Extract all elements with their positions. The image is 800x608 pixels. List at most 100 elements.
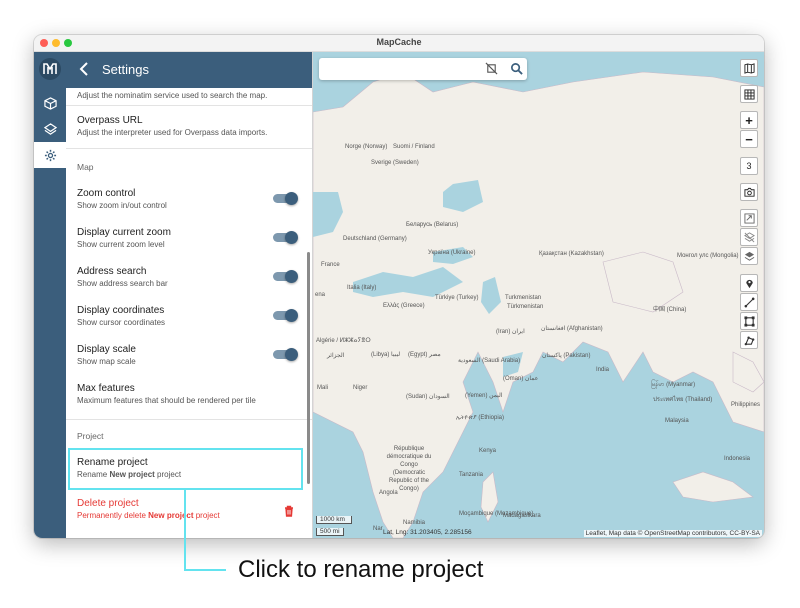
layers-order-icon[interactable] <box>740 247 758 265</box>
map-label: Philippines <box>731 402 761 408</box>
map-label: Ελλάς (Greece) <box>383 303 425 309</box>
map-label: (Libya) ليبيا <box>371 352 401 358</box>
scale-subtitle: Show map scale <box>77 357 136 366</box>
overpass-url-setting[interactable]: Overpass URL Adjust the interpreter used… <box>77 115 302 138</box>
max-features-setting[interactable]: Max features Maximum features that shoul… <box>77 383 302 406</box>
zoom-control-title: Zoom control <box>77 188 136 199</box>
section-map-header: Map <box>77 162 94 172</box>
display-scale-setting[interactable]: Display scale Show map scale <box>77 344 302 367</box>
delete-project-subtitle: Permanently delete New project project <box>77 511 220 520</box>
map-view[interactable]: + − 3 Norge (Norway) Sverige (Sweden) Su… <box>313 52 764 538</box>
delete-project-title: Delete project <box>77 498 139 509</box>
map-label: Indonesia <box>724 456 751 462</box>
map-attribution[interactable]: Leaflet, Map data © OpenStreetMap contri… <box>583 530 762 537</box>
map-label: Suomi / Finland <box>393 144 435 150</box>
title-bar: MapCache <box>34 35 764 52</box>
nav-layers-icon[interactable] <box>34 116 66 142</box>
address-search-bar[interactable] <box>319 58 527 80</box>
address-search-input[interactable] <box>325 61 479 79</box>
callout-line <box>184 569 226 571</box>
draw-marker-icon[interactable] <box>740 274 758 292</box>
draw-polygon-icon[interactable] <box>740 331 758 349</box>
map-label: (Sudan) السودان <box>406 394 450 400</box>
coordinates-toggle[interactable] <box>273 309 298 322</box>
current-zoom-toggle[interactable] <box>273 231 298 244</box>
map-label: Italia (Italy) <box>347 285 377 291</box>
map-label: Algérie / ⵍⵣⵣⴰⵢⴻⵔ <box>316 338 371 344</box>
nav-projects-cube-icon[interactable] <box>34 90 66 116</box>
map-label: الجزائر <box>327 353 345 359</box>
map-label: Қазақстан (Kazakhstan) <box>539 251 604 257</box>
divider <box>66 148 312 149</box>
callout-text: Click to rename project <box>238 556 484 583</box>
address-search-setting[interactable]: Address search Show address search bar <box>77 266 302 289</box>
map-label: République démocratique du Congo (Democr… <box>386 446 432 492</box>
max-features-title: Max features <box>77 383 135 394</box>
map-label: ena <box>315 292 326 298</box>
map-label: Türkmenistan <box>507 304 544 310</box>
grid-icon[interactable] <box>740 85 758 103</box>
section-project-header: Project <box>77 431 104 441</box>
settings-scrollbar[interactable] <box>307 252 310 484</box>
map-label: Madagasikara <box>503 513 541 519</box>
app-logo-icon[interactable] <box>39 58 61 80</box>
zoom-control-toggle[interactable] <box>273 192 298 205</box>
overpass-subtitle: Adjust the interpreter used for Overpass… <box>77 128 268 137</box>
address-search-title: Address search <box>77 266 147 277</box>
display-coordinates-setting[interactable]: Display coordinates Show cursor coordina… <box>77 305 302 328</box>
map-label: ኢትዮጵያ (Ethiopia) <box>456 415 505 421</box>
map-label: Turkmenistan <box>505 295 542 301</box>
nominatim-subtitle: Adjust the nominatim service used to sea… <box>77 91 268 100</box>
zoom-in-button[interactable]: + <box>740 111 758 129</box>
map-label: Монгол улс (Mongolia) <box>677 253 739 259</box>
map-label: မြန်မာ (Myanmar) <box>651 382 696 388</box>
layers-off-icon[interactable] <box>740 228 758 246</box>
nav-rail <box>34 52 66 538</box>
address-search-subtitle: Show address search bar <box>77 279 168 288</box>
display-current-zoom-setting[interactable]: Display current zoom Show current zoom l… <box>77 227 302 250</box>
window-title: MapCache <box>376 37 422 47</box>
back-arrow-icon[interactable] <box>78 61 90 82</box>
divider <box>66 419 312 420</box>
delete-trash-icon[interactable] <box>284 504 294 522</box>
map-label: Namibia <box>403 520 426 526</box>
zoom-control-setting[interactable]: Zoom control Show zoom in/out control <box>77 188 302 211</box>
delete-project-setting[interactable]: Delete project Permanently delete New pr… <box>77 498 302 521</box>
map-label: Kenya <box>479 448 497 454</box>
callout-line <box>184 490 186 570</box>
map-label: 中国 (China) <box>653 307 687 313</box>
nominatim-setting[interactable]: Adjust the nominatim service used to sea… <box>77 90 302 101</box>
map-label: Niger <box>353 385 368 391</box>
map-pin-off-icon[interactable] <box>485 62 498 80</box>
rename-project-highlight <box>68 448 303 490</box>
zoom-out-button[interactable]: − <box>740 130 758 148</box>
map-label: Türkiye (Turkey) <box>435 295 479 301</box>
max-features-subtitle: Maximum features that should be rendered… <box>77 396 256 405</box>
camera-icon[interactable] <box>740 183 758 201</box>
draw-rectangle-icon[interactable] <box>740 312 758 330</box>
map-label: (Yemen) اليمن <box>465 393 503 399</box>
map-label: Tanzania <box>459 472 484 478</box>
map-label: Norge (Norway) <box>345 144 388 150</box>
fit-extent-icon[interactable] <box>740 209 758 227</box>
current-zoom-title: Display current zoom <box>77 227 171 238</box>
nav-settings-gear-icon[interactable] <box>34 142 66 168</box>
map-scale-mi: 500 mi <box>316 528 344 536</box>
scale-toggle[interactable] <box>273 348 298 361</box>
map-label: Malaysia <box>665 418 689 424</box>
draw-line-icon[interactable] <box>740 293 758 311</box>
settings-title: Settings <box>102 62 149 77</box>
map-label: Mali <box>317 385 329 391</box>
map-label: افغانستان (Afghanistan) <box>541 326 603 332</box>
basemap-icon[interactable] <box>740 59 758 77</box>
map-label: (Egypt) مصر <box>408 352 441 358</box>
search-icon[interactable] <box>510 62 523 80</box>
map-label: Sverige (Sweden) <box>371 160 419 166</box>
current-zoom-level: 3 <box>740 157 758 175</box>
map-label: پاکستان (Pakistan) <box>542 353 591 359</box>
address-search-toggle[interactable] <box>273 270 298 283</box>
zoom-control-subtitle: Show zoom in/out control <box>77 201 167 210</box>
map-label: السعودية (Saudi Arabia) <box>458 358 521 364</box>
scale-title: Display scale <box>77 344 136 355</box>
settings-header: Settings <box>66 52 312 88</box>
